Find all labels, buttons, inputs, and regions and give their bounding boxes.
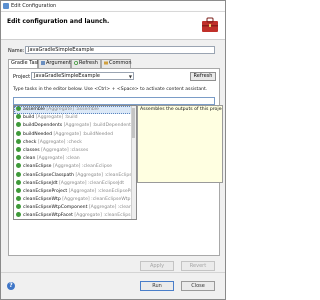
project-select[interactable]: JavaGradleSimpleExample ▼ xyxy=(31,72,134,80)
tab-common[interactable]: Common xyxy=(101,59,132,68)
autocomplete-item[interactable]: clean [Aggregate] :clean xyxy=(14,155,136,163)
autocomplete-item-desc: [Aggregate] :buildNeeded xyxy=(52,131,114,137)
autocomplete-item[interactable]: cleanEclipseWtp [Aggregate] :cleanEclips… xyxy=(14,196,136,204)
autocomplete-item-name: check xyxy=(23,139,37,145)
task-icon xyxy=(16,163,21,169)
autocomplete-item-name: cleanEclipseWtpComponent xyxy=(23,205,88,211)
autocomplete-item-name: cleanEclipseWtp xyxy=(23,197,61,203)
banner-title: Edit configuration and launch. xyxy=(7,18,110,25)
task-icon xyxy=(16,155,21,161)
autocomplete-item[interactable]: cleanEclipseProject [Aggregate] :cleanEc… xyxy=(14,187,137,196)
task-icon xyxy=(16,130,21,136)
autocomplete-item[interactable]: cleanEclipseWtpFacet [Aggregate] :cleanE… xyxy=(14,212,136,219)
autocomplete-item-name: cleanEclipseClasspath xyxy=(23,172,75,178)
autocomplete-item[interactable]: buildDependents [Aggregate] :buildDepend… xyxy=(14,122,136,130)
autocomplete-item-desc: [Aggregate] :cleanEclipseWtpFacet xyxy=(74,213,136,219)
autocomplete-item[interactable]: buildNeeded [Aggregate] :buildNeeded xyxy=(14,130,136,139)
close-button[interactable]: Close xyxy=(181,281,215,291)
dialog-banner: Edit configuration and launch. xyxy=(1,12,225,40)
task-icon xyxy=(16,138,21,144)
project-label: Project xyxy=(13,74,31,80)
autocomplete-item-desc: [Aggregate] :buildDependents xyxy=(62,123,134,129)
autocomplete-item-desc: [Aggregate] :cleanEclipseJdt xyxy=(57,180,125,186)
autocomplete-item-name: assemble xyxy=(23,107,45,112)
autocomplete-item[interactable]: cleanEclipse [Aggregate] :cleanEclipse xyxy=(14,163,136,171)
autocomplete-item[interactable]: build [Aggregate] :build xyxy=(14,114,136,122)
common-icon xyxy=(104,61,108,65)
autocomplete-item-name: cleanEclipseJdt xyxy=(23,180,58,186)
task-icon xyxy=(16,122,21,128)
autocomplete-item-name: buildNeeded xyxy=(23,131,53,137)
task-icon xyxy=(16,204,21,210)
project-select-value: JavaGradleSimpleExample xyxy=(34,73,100,79)
name-label: Name: xyxy=(8,48,25,54)
tab-refresh-label: Refresh xyxy=(79,60,98,66)
autocomplete-item-desc: [Aggregate] :classes xyxy=(39,147,89,153)
autocomplete-item-desc: [Aggregate] :clean xyxy=(35,156,80,162)
autocomplete-item-desc: [Aggregate] :build xyxy=(34,115,78,121)
autocomplete-item[interactable]: assemble [Aggregate] :assemble xyxy=(14,106,136,115)
autocomplete-item-name: build xyxy=(23,115,35,121)
autocomplete-item-name: cleanEclipseProject xyxy=(23,188,68,194)
autocomplete-item-name: cleanEclipseWtpFacet xyxy=(23,213,73,219)
autocomplete-item-name: classes xyxy=(23,147,40,153)
task-icon xyxy=(16,171,21,177)
task-icon xyxy=(16,179,21,185)
tab-arguments[interactable]: Arguments xyxy=(38,59,74,68)
tab-refresh[interactable]: Refresh xyxy=(71,59,101,68)
autocomplete-item[interactable]: cleanEclipseJdt [Aggregate] :cleanEclips… xyxy=(14,179,136,188)
task-icon xyxy=(16,196,21,202)
arguments-icon xyxy=(41,61,45,65)
autocomplete-item-desc: [Aggregate] :cleanEclipseProject xyxy=(67,188,137,194)
autocomplete-item-desc: [Aggregate] :cleanEclipse xyxy=(51,164,112,170)
title-bar: Edit Configuration xyxy=(1,1,225,12)
autocomplete-item[interactable]: check [Aggregate] :check xyxy=(14,138,136,147)
task-icon xyxy=(16,146,21,152)
toolbox-icon xyxy=(202,17,218,32)
autocomplete-item-desc: [Aggregate] :assemble xyxy=(44,107,99,112)
tab-arguments-label: Arguments xyxy=(46,60,74,66)
task-icon xyxy=(16,114,21,120)
run-button[interactable]: Run xyxy=(140,281,174,291)
autocomplete-item[interactable]: classes [Aggregate] :classes xyxy=(14,146,136,155)
refresh-button[interactable]: Refresh xyxy=(190,72,216,81)
edit-configuration-dialog: Edit Configuration Edit configuration an… xyxy=(0,0,226,300)
revert-button[interactable]: Revert xyxy=(181,261,215,271)
task-description-tooltip: Assembles the outputs of this project. xyxy=(137,105,223,183)
task-icon xyxy=(16,187,21,193)
button-separator xyxy=(1,272,225,273)
autocomplete-item-name: clean xyxy=(23,156,36,162)
apply-button[interactable]: Apply xyxy=(140,261,174,271)
task-icon xyxy=(16,106,21,111)
hint-text: Type tasks in the editor below. Use <Ctr… xyxy=(13,87,208,92)
tasks-input[interactable] xyxy=(13,97,215,105)
autocomplete-item-name: cleanEclipse xyxy=(23,164,52,170)
chevron-down-icon: ▼ xyxy=(128,74,132,79)
name-input[interactable]: JavaGradleSimpleExample xyxy=(25,46,215,54)
autocomplete-item-desc: [Aggregate] :cleanEclipseClasspath xyxy=(75,172,136,178)
autocomplete-item[interactable]: cleanEclipseWtpComponent [Aggregate] :cl… xyxy=(14,204,136,212)
refresh-icon xyxy=(74,61,78,65)
popup-scrollbar-thumb[interactable] xyxy=(132,108,135,138)
autocomplete-item-desc: [Aggregate] :check xyxy=(36,139,82,145)
help-icon[interactable]: ? xyxy=(7,282,15,290)
autocomplete-item[interactable]: cleanEclipseClasspath [Aggregate] :clean… xyxy=(14,171,136,180)
tab-common-label: Common xyxy=(109,60,132,66)
autocomplete-item-desc: [Aggregate] :cleanEclipseWtp xyxy=(60,197,131,203)
autocomplete-popup: assemble [Aggregate] :assemble build [Agg… xyxy=(13,105,137,220)
app-icon xyxy=(3,3,9,9)
popup-scrollbar[interactable] xyxy=(131,106,136,219)
window-title: Edit Configuration xyxy=(11,3,57,9)
task-icon xyxy=(16,212,21,218)
autocomplete-item-name: buildDependents xyxy=(23,123,63,129)
autocomplete-item-desc: [Aggregate] :cleanEclipseWtpComponent xyxy=(88,205,136,211)
